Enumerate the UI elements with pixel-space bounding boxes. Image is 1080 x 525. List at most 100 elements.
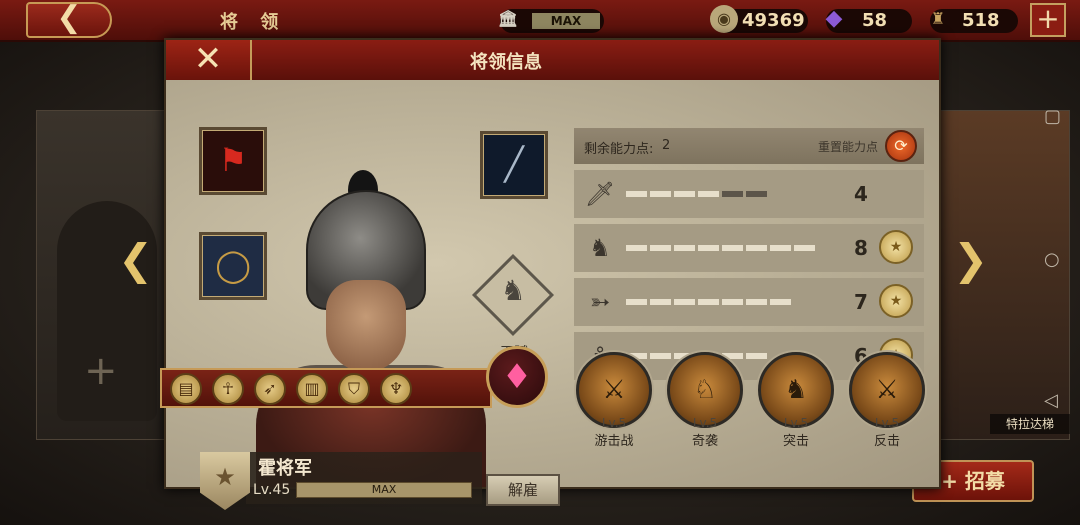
hero-name: 霍将军 (258, 458, 312, 479)
building-icon: 🏛 (497, 9, 519, 28)
add-hero-icon[interactable]: + (84, 348, 118, 394)
stat-segment (722, 191, 743, 197)
horse-head-icon: ♞ (500, 274, 526, 307)
stat-segment (770, 245, 791, 251)
combat-skill[interactable]: ⚔ Lv.5 反击 (849, 352, 925, 449)
building-max-label: MAX (532, 13, 600, 29)
next-hero-name: 特拉达梯 (990, 414, 1070, 434)
horse-icon: ♞ (589, 234, 611, 262)
stat-progress-track (626, 191, 767, 197)
combat-skill-name: 游击战 (594, 434, 634, 449)
hero-face (326, 280, 406, 372)
book-skill-icon[interactable]: ▤ (170, 373, 202, 405)
stat-value: 8 (854, 236, 868, 260)
stat-row[interactable]: ➳ 7 ★ (574, 278, 924, 326)
combat-skill[interactable]: ⚔ Lv.5 游击战 (576, 352, 652, 449)
hero-level: Lv.45 (253, 482, 291, 498)
screen-title: 将 领 (220, 12, 287, 33)
stat-segment (698, 191, 719, 197)
stat-segment (698, 299, 719, 305)
runner-skill-icon[interactable]: ☥ (212, 373, 244, 405)
combat-skill-name: 反击 (873, 434, 900, 449)
troops-value: 518 (962, 10, 1000, 31)
remaining-points-value: 2 (662, 138, 671, 153)
stat-segment (626, 191, 647, 197)
combat-skill-level: Lv.5 (874, 416, 900, 430)
game-screen: ❮ 将 领 🏛 MAX ◉ 49369 ◆ 58 ♜ 518 + + 特拉达梯 … (0, 0, 1080, 525)
arrows-skill-icon[interactable]: ➶ (254, 373, 286, 405)
add-resource-button[interactable]: + (1030, 3, 1066, 37)
top-bar: ❮ 将 领 🏛 MAX ◉ 49369 ◆ 58 ♜ 518 + (0, 0, 1080, 42)
troops-counter: ♜ 518 (930, 9, 1018, 33)
home-icon[interactable]: ○ (1044, 249, 1061, 270)
gold-counter: ◉ 49369 (710, 5, 808, 33)
scroll-skill-icon[interactable]: ▥ (296, 373, 328, 405)
stat-segment (674, 245, 695, 251)
bow-icon: ➳ (589, 288, 611, 316)
back-arrow-icon: ❮ (56, 0, 82, 35)
stat-row[interactable]: ♞ 8 ★ (574, 224, 924, 272)
stat-segment (650, 191, 671, 197)
panel-title: 将领信息 (470, 52, 542, 73)
stat-value: 4 (854, 182, 868, 206)
star-medal-icon: ★ (879, 230, 913, 264)
sword-icon: 🗡 (584, 180, 616, 208)
stat-value: 7 (854, 290, 868, 314)
gem-icon: ◆ (825, 6, 843, 31)
combat-skill-name: 奇袭 (691, 434, 718, 449)
sword-item-icon: ╱ (504, 145, 524, 183)
reset-points-button[interactable]: ⟳ (885, 130, 917, 162)
stat-progress-track (626, 299, 791, 305)
passive-skill-bar: ▤ ☥ ➶ ▥ ⛉ ♆ (160, 368, 492, 408)
coin-icon: ◉ (710, 5, 738, 33)
back-nav-icon[interactable]: ◁ (1044, 390, 1061, 411)
spartan-helmet-skill-icon[interactable]: ♆ (380, 373, 412, 405)
stat-segment (746, 245, 767, 251)
stat-segment (674, 191, 695, 197)
panel-body: ⚑ ◯ ╱ ♞ 天赋 ▤ ☥ ➶ ▥ ⛉ ♆ ♦ ★ 霍 (160, 80, 939, 510)
stat-segment (746, 299, 767, 305)
hero-rank-badge-icon: ★ (200, 452, 250, 510)
stat-segment (650, 245, 671, 251)
gem-value: 58 (862, 10, 888, 31)
building-level-indicator: 🏛 MAX (498, 9, 604, 33)
prev-hero-arrow-icon[interactable]: ❮ (118, 235, 153, 284)
star-medal-icon: ★ (879, 284, 913, 318)
stat-segment (794, 245, 815, 251)
hero-level-bar: MAX (296, 482, 472, 498)
shield-skill-icon[interactable]: ⛉ (338, 373, 370, 405)
stat-segment (722, 299, 743, 305)
ability-points-header: 剩余能力点: 2 重置能力点 ⟳ (574, 128, 924, 164)
stat-segment (650, 299, 671, 305)
gem-counter: ◆ 58 (826, 6, 912, 33)
combat-skill-level: Lv.5 (692, 416, 718, 430)
recruit-label: 招募 (964, 469, 1005, 493)
stat-row[interactable]: 🗡 4 (574, 170, 924, 218)
reset-points-label: 重置能力点 (818, 140, 879, 154)
recent-apps-icon[interactable]: ▢ (1044, 106, 1061, 127)
combat-skill-level: Lv.5 (783, 416, 809, 430)
back-button[interactable]: ❮ (26, 2, 112, 38)
combat-skill-name: 突击 (782, 434, 809, 449)
stat-progress-track (626, 245, 815, 251)
close-button[interactable]: ✕ (166, 40, 252, 80)
stat-segment (698, 245, 719, 251)
sword-equipment-slot[interactable]: ╱ (480, 131, 548, 199)
remaining-points-label: 剩余能力点: (584, 142, 654, 157)
recruit-plus-icon: + (941, 469, 965, 493)
hero-info-panel: ✕ 将领信息 ⚑ ◯ ╱ ♞ 天赋 ▤ ☥ ➶ ▥ ⛉ ♆ (160, 38, 941, 510)
combat-skill[interactable]: ♞ Lv.5 突击 (758, 352, 834, 449)
stat-segment (626, 299, 647, 305)
stat-segment (626, 245, 647, 251)
combat-skill[interactable]: ♘ Lv.5 奇袭 (667, 352, 743, 449)
ruby-gem-icon[interactable]: ♦ (486, 346, 548, 408)
panel-header: ✕ 将领信息 (166, 40, 939, 80)
hero-portrait (246, 140, 486, 487)
next-hero-arrow-icon[interactable]: ❯ (953, 235, 988, 284)
stat-segment (722, 245, 743, 251)
stat-segment (674, 299, 695, 305)
stat-segment (770, 299, 791, 305)
combat-skill-level: Lv.5 (601, 416, 627, 430)
dismiss-button[interactable]: 解雇 (486, 474, 560, 506)
gold-value: 49369 (742, 10, 805, 31)
